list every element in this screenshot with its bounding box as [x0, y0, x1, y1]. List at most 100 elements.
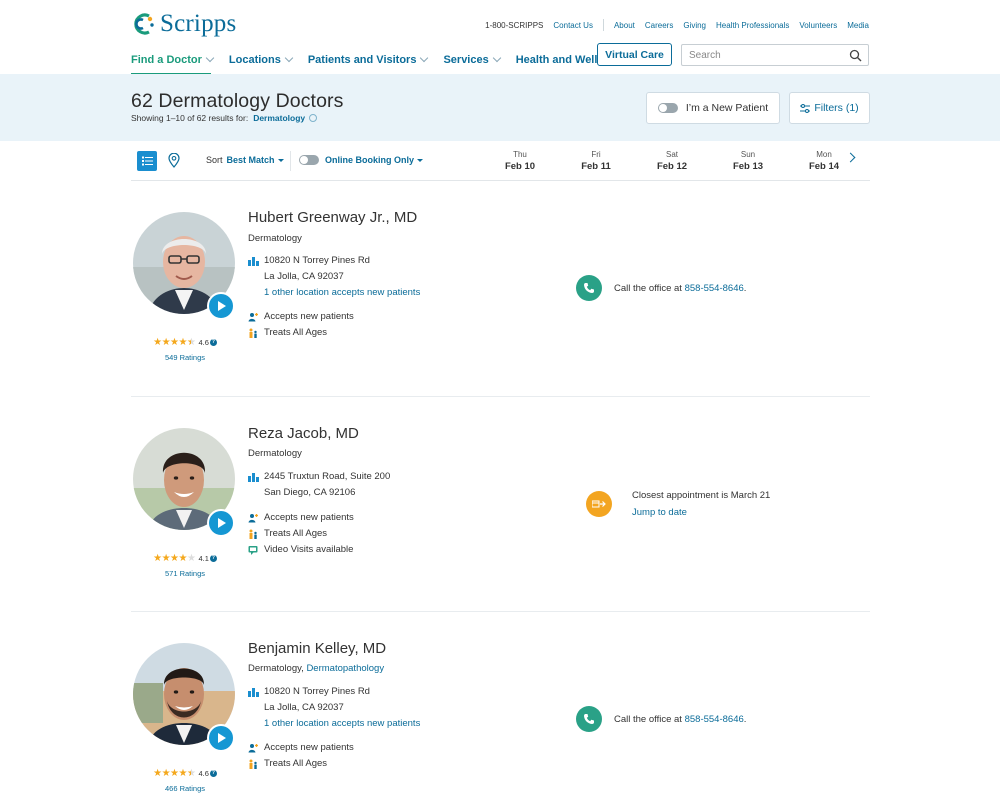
caret-down-icon — [417, 158, 424, 162]
rating-value: 4.1 — [198, 554, 209, 563]
util-link-giving[interactable]: Giving — [683, 21, 706, 30]
toggle-switch-icon — [299, 155, 319, 165]
ratings-count-link[interactable]: 571 Ratings — [145, 569, 225, 578]
doctor-card: ★★★★★★4.6? 466 Ratings Benjamin Kelley, … — [131, 612, 870, 812]
play-video-button[interactable] — [207, 724, 235, 752]
nav-services[interactable]: Services — [443, 50, 501, 70]
phone-link[interactable]: 858-554-8646 — [685, 714, 744, 725]
main-nav: Find a Doctor Locations Patients and Vis… — [131, 50, 650, 75]
day-date: Feb 10 — [504, 161, 536, 172]
new-patient-label: I’m a New Patient — [685, 102, 769, 114]
util-link-contact[interactable]: Contact Us — [553, 21, 593, 30]
search-term-chip[interactable]: Dermatology — [253, 113, 305, 123]
search-icon[interactable] — [849, 49, 862, 62]
online-booking-toggle[interactable]: Online Booking Only — [299, 155, 424, 165]
sort-dropdown[interactable]: Sort Best Match — [206, 155, 284, 165]
play-video-button[interactable] — [207, 292, 235, 320]
nav-label: Locations — [228, 54, 281, 66]
building-icon — [248, 256, 259, 266]
day-column-header: Thu Feb 10 — [495, 149, 545, 172]
nav-locations[interactable]: Locations — [228, 50, 294, 70]
rating-info-icon[interactable]: ? — [209, 555, 217, 562]
phone-number[interactable]: 1-800-SCRIPPS — [485, 21, 543, 30]
clear-term-icon[interactable] — [309, 114, 318, 122]
address-line-2: La Jolla, CA 92037 — [264, 702, 344, 713]
showing-text: Showing 1–10 of 62 results for: — [131, 113, 249, 123]
address-line-1: 2445 Truxtun Road, Suite 200 — [264, 471, 391, 482]
other-location-link[interactable]: 1 other location accepts new patients — [248, 285, 420, 301]
chevron-down-icon — [284, 53, 294, 63]
util-link-careers[interactable]: Careers — [645, 21, 673, 30]
results-summary: Showing 1–10 of 62 results for: Dermatol… — [131, 113, 318, 123]
day-date: Feb 11 — [581, 161, 611, 172]
attr-text: Accepts new patients — [264, 742, 354, 753]
all-ages-icon — [249, 759, 257, 769]
doctor-address: 10820 N Torrey Pines Rd La Jolla, CA 920… — [248, 253, 420, 301]
rating-value: 4.6 — [198, 769, 209, 778]
doctor-attributes: Accepts new patients Treats All Ages — [248, 740, 354, 772]
nav-find-a-doctor[interactable]: Find a Doctor — [131, 50, 215, 75]
star-rating: ★★★★ ★ 4.1? — [153, 553, 217, 564]
address-line-1: 10820 N Torrey Pines Rd — [264, 255, 370, 266]
nav-patients-and-visitors[interactable]: Patients and Visitors — [307, 50, 429, 70]
closest-appointment-block: Closest appointment is March 21 Jump to … — [586, 487, 770, 521]
attr-text: Video Visits available — [264, 544, 354, 555]
building-icon — [248, 472, 259, 482]
attr-text: Treats All Ages — [264, 528, 328, 539]
other-location-link[interactable]: 1 other location accepts new patients — [248, 716, 420, 732]
day-of-week: Mon — [816, 150, 832, 159]
attr-text: Treats All Ages — [264, 758, 328, 769]
phone-icon[interactable] — [576, 706, 602, 732]
doctor-name[interactable]: Reza Jacob, MD — [248, 425, 359, 442]
phone-icon[interactable] — [576, 275, 602, 301]
scripps-logo[interactable]: Scripps — [130, 10, 236, 38]
nav-label: Services — [443, 54, 489, 66]
logo-wordmark: Scripps — [160, 10, 237, 37]
doctor-attributes: Accepts new patients Treats All Ages Vid… — [248, 510, 354, 558]
filters-button[interactable]: Filters (1) — [789, 92, 870, 124]
new-patient-toggle-button[interactable]: I’m a New Patient — [646, 92, 780, 124]
util-link-health-professionals[interactable]: Health Professionals — [716, 21, 789, 30]
search-box — [681, 44, 869, 66]
day-of-week: Sun — [740, 150, 756, 159]
day-of-week: Fri — [591, 150, 601, 159]
day-of-week: Sat — [665, 150, 678, 159]
util-link-media[interactable]: Media — [847, 21, 869, 30]
util-link-about[interactable]: About — [614, 21, 635, 30]
map-pin-icon[interactable] — [168, 153, 180, 168]
results-toolbar: Sort Best Match Online Booking Only Thu … — [131, 141, 870, 181]
new-patient-icon — [248, 313, 258, 322]
search-input[interactable] — [689, 49, 839, 61]
address-line-2: La Jolla, CA 92037 — [264, 271, 344, 282]
day-of-week: Thu — [513, 150, 527, 159]
day-date: Feb 12 — [656, 161, 688, 172]
day-column-header: Sat Feb 12 — [647, 149, 697, 172]
calendar-arrow-icon[interactable] — [586, 491, 612, 517]
page-title: 62 Dermatology Doctors — [131, 90, 344, 112]
doctor-address: 2445 Truxtun Road, Suite 200 San Diego, … — [248, 469, 390, 501]
toggle-switch-icon — [657, 103, 678, 113]
rating-info-icon[interactable]: ? — [209, 770, 217, 777]
rating-info-icon[interactable]: ? — [209, 339, 217, 346]
list-view-button[interactable] — [137, 151, 157, 171]
call-text: Call the office at — [614, 713, 682, 725]
specialty-link[interactable]: Dermatopathology — [306, 663, 384, 674]
doctor-name[interactable]: Benjamin Kelley, MD — [248, 640, 386, 657]
attr-text: Accepts new patients — [264, 512, 354, 523]
rating-value: 4.6 — [198, 338, 209, 347]
ratings-count-link[interactable]: 466 Ratings — [145, 784, 225, 793]
all-ages-icon — [249, 328, 257, 338]
play-video-button[interactable] — [207, 509, 235, 537]
doctor-name[interactable]: Hubert Greenway Jr., MD — [248, 209, 417, 226]
day-date: Feb 14 — [808, 161, 840, 172]
phone-link[interactable]: 858-554-8646 — [685, 283, 744, 294]
jump-to-date-link[interactable]: Jump to date — [632, 504, 770, 521]
nav-label: Patients and Visitors — [307, 54, 417, 66]
scripps-logo-mark-icon — [134, 13, 154, 35]
util-link-volunteers[interactable]: Volunteers — [799, 21, 837, 30]
doctor-specialty: Dermatology — [248, 448, 302, 459]
virtual-care-button[interactable]: Virtual Care — [597, 43, 672, 66]
doctor-address: 10820 N Torrey Pines Rd La Jolla, CA 920… — [248, 684, 420, 732]
results-header: 62 Dermatology Doctors Showing 1–10 of 6… — [0, 74, 1000, 141]
ratings-count-link[interactable]: 549 Ratings — [145, 353, 225, 362]
